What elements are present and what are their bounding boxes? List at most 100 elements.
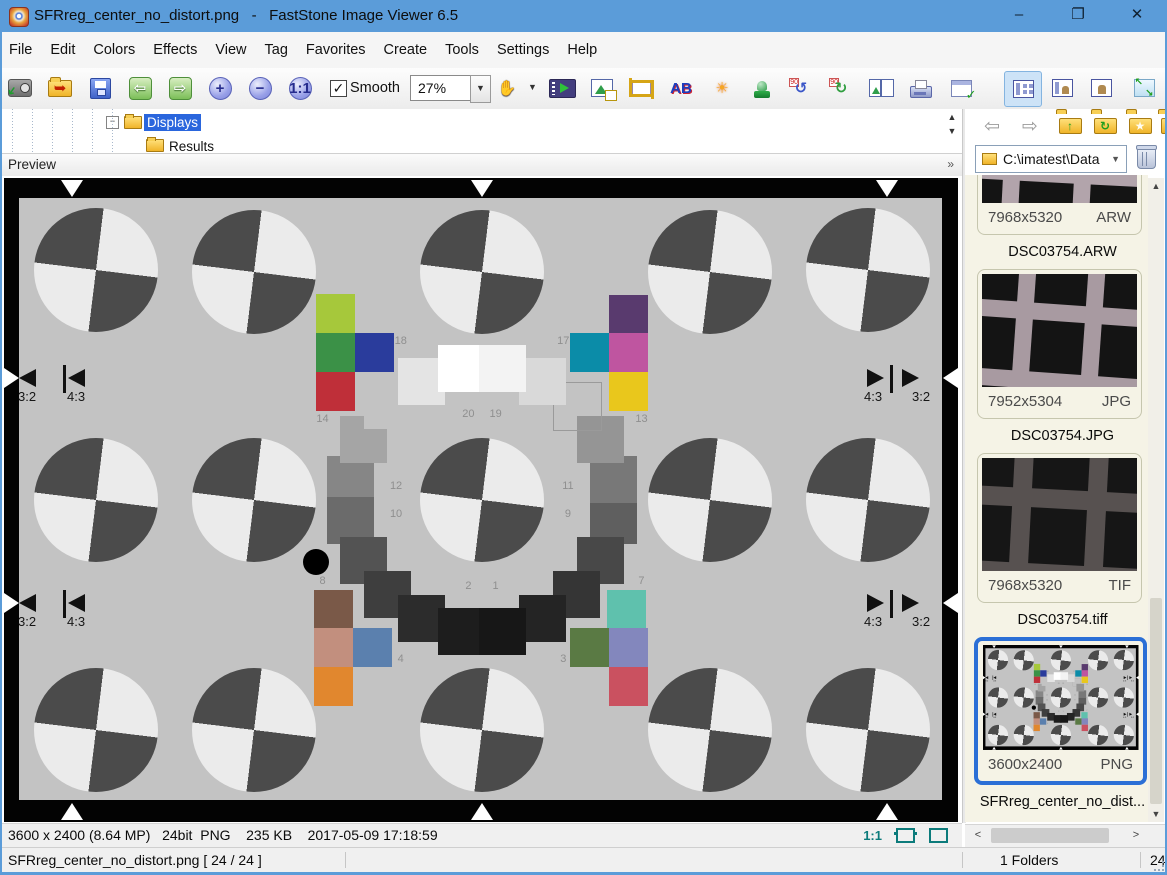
print-icon[interactable] bbox=[903, 71, 939, 105]
compare-images-icon[interactable] bbox=[863, 71, 899, 105]
crop-icon[interactable] bbox=[623, 71, 659, 105]
scroll-up-icon[interactable]: ▲ bbox=[1148, 178, 1164, 194]
save-icon[interactable] bbox=[82, 71, 118, 105]
smooth-checkbox[interactable]: ✓ bbox=[330, 80, 347, 97]
menu-create[interactable]: Create bbox=[375, 32, 437, 68]
thumbnail-filename[interactable]: DSC03754.tiff bbox=[977, 611, 1148, 629]
menu-settings[interactable]: Settings bbox=[488, 32, 558, 68]
open-file-icon[interactable]: ➥ bbox=[42, 71, 78, 105]
thumbnail-filename[interactable]: DSC03754.JPG bbox=[977, 427, 1148, 445]
menu-file[interactable]: File bbox=[0, 32, 41, 68]
browse-images-icon[interactable] bbox=[2, 71, 38, 105]
folder-up-icon[interactable]: ↑ bbox=[1055, 113, 1085, 139]
clone-stamp-icon[interactable] bbox=[744, 71, 780, 105]
menu-help[interactable]: Help bbox=[558, 32, 606, 68]
rotate-right-icon[interactable]: ↻ bbox=[823, 71, 859, 105]
hand-tool-icon[interactable]: ✋ bbox=[489, 71, 525, 105]
path-combobox[interactable]: C:\imatest\Data ▼ bbox=[975, 145, 1127, 173]
rotate-left-icon[interactable]: ↺ bbox=[783, 71, 819, 105]
menu-edit[interactable]: Edit bbox=[41, 32, 84, 68]
adjust-colors-icon[interactable]: ☀ bbox=[704, 71, 740, 105]
layout-image-icon[interactable] bbox=[1083, 71, 1119, 105]
thumbnail-filename[interactable]: SFRreg_center_no_dist... bbox=[977, 793, 1148, 811]
resize-grip[interactable] bbox=[1154, 861, 1164, 871]
actual-size-icon[interactable]: 1:1 bbox=[282, 71, 318, 105]
grayscale-patch-number: 12 bbox=[1045, 694, 1048, 696]
layout-browser-icon[interactable] bbox=[1004, 71, 1042, 107]
zoom-in-icon[interactable]: + bbox=[202, 71, 238, 105]
thumbnail-vertical-scrollbar[interactable]: ▲ ▼ bbox=[1148, 178, 1164, 822]
title-bar[interactable]: SFRreg_center_no_distort.png - FastStone… bbox=[0, 0, 1167, 32]
preview-collapse-icon[interactable]: » bbox=[947, 154, 954, 175]
menu-view[interactable]: View bbox=[206, 32, 255, 68]
zoom-out-icon[interactable]: − bbox=[242, 71, 278, 105]
zoom-level-input[interactable]: 27% bbox=[410, 75, 477, 101]
minimize-button[interactable]: – bbox=[996, 0, 1042, 32]
scroll-down-icon[interactable]: ▼ bbox=[1148, 806, 1164, 822]
thumbnail-card[interactable]: 7968x5320ARW bbox=[977, 175, 1142, 235]
menu-tag[interactable]: Tag bbox=[256, 32, 297, 68]
nav-forward-icon[interactable]: ⇨ bbox=[1015, 113, 1045, 139]
grayscale-patch-number: 12 bbox=[386, 479, 406, 493]
thumbnail-meta: 7968x5320ARW bbox=[978, 203, 1141, 231]
menu-colors[interactable]: Colors bbox=[84, 32, 144, 68]
menu-tools[interactable]: Tools bbox=[436, 32, 488, 68]
scroll-right-icon[interactable]: > bbox=[1128, 828, 1144, 844]
vertical-scroll-thumb[interactable] bbox=[1150, 598, 1162, 804]
color-patch-steel-blue bbox=[353, 628, 392, 667]
thumbnail-card[interactable]: 7952x5304JPG bbox=[977, 269, 1142, 419]
checker-square bbox=[1017, 181, 1074, 203]
thumbnail-filename[interactable]: DSC03754.ARW bbox=[977, 243, 1148, 261]
settings-icon[interactable] bbox=[943, 71, 979, 105]
previous-image-icon[interactable]: ⇦ bbox=[122, 71, 158, 105]
tree-item-results[interactable]: Results bbox=[166, 138, 217, 153]
image-preview[interactable]: 12347891011121314171819203:24:34:33:23:2… bbox=[0, 176, 962, 823]
thumbnail-card[interactable]: 12347891011121314171819203:24:34:33:23:2… bbox=[974, 637, 1147, 785]
delete-icon[interactable] bbox=[1137, 147, 1156, 169]
fit-window-icon[interactable] bbox=[896, 828, 915, 843]
slideshow-icon[interactable] bbox=[544, 71, 580, 105]
menu-favorites[interactable]: Favorites bbox=[297, 32, 375, 68]
thumbnail-card[interactable]: 7968x5320TIF bbox=[977, 453, 1142, 603]
nav-back-icon[interactable]: ⇦ bbox=[977, 113, 1007, 139]
thumbnail-horizontal-scrollbar[interactable]: < > bbox=[965, 824, 1165, 848]
zoom-dropdown-button[interactable]: ▼ bbox=[470, 75, 491, 103]
fullscreen-icon[interactable] bbox=[1126, 71, 1162, 105]
fullscreen-status-icon[interactable] bbox=[929, 828, 948, 843]
maximize-button[interactable]: ❐ bbox=[1055, 0, 1101, 32]
close-button[interactable]: ✕ bbox=[1114, 0, 1160, 32]
next-image-icon[interactable]: ⇨ bbox=[162, 71, 198, 105]
folder-refresh-icon[interactable]: ↻ bbox=[1090, 113, 1120, 139]
hand-tool-dropdown-icon[interactable]: ▼ bbox=[528, 82, 537, 92]
color-patch-aquamarine bbox=[607, 590, 646, 629]
path-folder-icon bbox=[982, 153, 997, 165]
grayscale-patch-number: 8 bbox=[313, 574, 333, 588]
registration-triangle-right bbox=[943, 593, 958, 613]
checker-square bbox=[1034, 274, 1090, 306]
aspect-marker-arrow bbox=[902, 369, 919, 387]
horizontal-scroll-thumb[interactable] bbox=[991, 828, 1109, 843]
actual-size-status-icon[interactable]: 1:1 bbox=[863, 828, 882, 843]
color-patch-cyan bbox=[1075, 670, 1081, 676]
aspect-marker-label: 3:2 bbox=[18, 614, 36, 629]
grayscale-patch-number: 2 bbox=[458, 579, 478, 593]
tree-scroll-down-icon[interactable]: ▼ bbox=[944, 126, 960, 136]
tree-item-displays[interactable]: Displays bbox=[144, 114, 201, 131]
layout-preview-icon[interactable] bbox=[1044, 71, 1080, 105]
grayscale-patch-1 bbox=[479, 608, 526, 655]
image-info: 3600 x 2400 (8.64 MP) 24bit PNG 235 KB 2… bbox=[8, 824, 438, 847]
scroll-left-icon[interactable]: < bbox=[970, 828, 986, 844]
resize-icon[interactable] bbox=[584, 71, 620, 105]
folder-favorites-icon[interactable]: ★ bbox=[1125, 113, 1155, 139]
thumbnail-format: JPG bbox=[1102, 393, 1131, 410]
menu-effects[interactable]: Effects bbox=[144, 32, 206, 68]
thumbnail-size: 3600x2400 bbox=[988, 756, 1062, 773]
aspect-marker-arrow bbox=[902, 594, 919, 612]
thumbnail-format: TIF bbox=[1109, 577, 1132, 594]
tree-scroll-up-icon[interactable]: ▲ bbox=[944, 112, 960, 122]
smooth-label[interactable]: Smooth bbox=[350, 75, 400, 101]
annotate-icon[interactable]: AB bbox=[663, 71, 699, 105]
aspect-marker-label: 3:2 bbox=[18, 389, 36, 404]
path-dropdown-icon[interactable]: ▼ bbox=[1105, 154, 1126, 164]
adjust-colors-icon-glyph: ☀ bbox=[704, 71, 740, 105]
